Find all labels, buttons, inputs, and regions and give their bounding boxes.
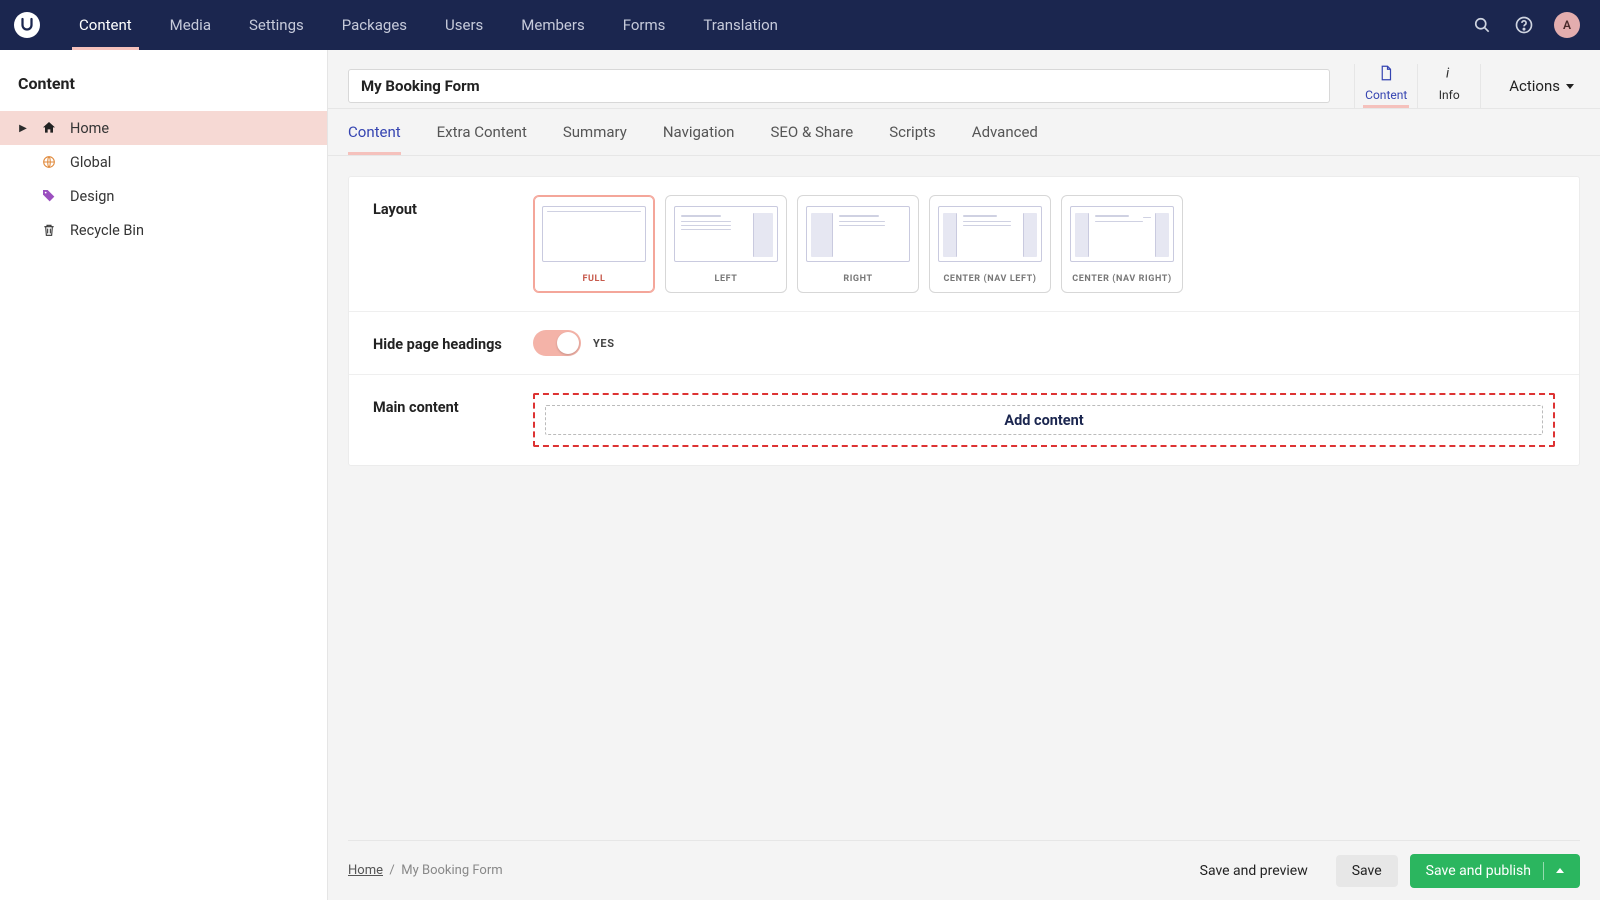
tree-node-label: Home	[70, 120, 109, 137]
sub-tab-extra-content[interactable]: Extra Content	[419, 109, 545, 155]
property-hide-headings: Hide page headings YES	[349, 312, 1579, 375]
property-main-content: Main content Add content	[349, 375, 1579, 465]
header-apps: Content i Info	[1354, 64, 1481, 108]
app-logo[interactable]	[14, 12, 40, 38]
editor-footer: Home / My Booking Form Save and preview …	[348, 840, 1580, 900]
app-tab-info[interactable]: i Info	[1418, 64, 1480, 108]
help-icon[interactable]	[1512, 13, 1536, 37]
topnav-forms[interactable]: Forms	[604, 0, 685, 50]
chevron-up-icon	[1556, 868, 1564, 873]
topnav-content[interactable]: Content	[60, 0, 151, 50]
topbar: ContentMediaSettingsPackagesUsersMembers…	[0, 0, 1600, 50]
tree-node-recycle-bin[interactable]: Recycle Bin	[0, 213, 327, 247]
trash-icon	[40, 221, 58, 239]
breadcrumb-current: My Booking Form	[401, 863, 502, 878]
property-label: Main content	[373, 393, 533, 447]
layout-options: FULL LEFT RIGHT CENTER (NAV LEFT) CENTER (NA…	[533, 195, 1555, 293]
search-icon[interactable]	[1470, 13, 1494, 37]
sidebar-title: Content	[0, 50, 327, 111]
actions-menu[interactable]: Actions	[1509, 77, 1574, 95]
breadcrumb: Home / My Booking Form	[348, 863, 503, 878]
sub-tab-content[interactable]: Content	[348, 109, 419, 155]
document-header: Content i Info Actions	[328, 50, 1600, 108]
sub-tab-navigation[interactable]: Navigation	[645, 109, 753, 155]
layout-option-label: CENTER (NAV RIGHT)	[1072, 274, 1172, 284]
tree-node-label: Global	[70, 154, 111, 171]
top-navigation: ContentMediaSettingsPackagesUsersMembers…	[60, 0, 797, 50]
breadcrumb-link[interactable]: Home	[348, 863, 383, 878]
layout-option-full[interactable]: FULL	[533, 195, 655, 293]
home-icon	[40, 119, 58, 137]
tree-node-label: Design	[70, 188, 114, 205]
svg-text:i: i	[1446, 66, 1450, 82]
topnav-translation[interactable]: Translation	[684, 0, 797, 50]
tree-node-label: Recycle Bin	[70, 222, 144, 239]
app-tab-label: Content	[1365, 88, 1407, 102]
topnav-settings[interactable]: Settings	[230, 0, 323, 50]
expand-icon[interactable]: ▶	[18, 123, 28, 134]
document-icon	[1377, 64, 1395, 85]
globe-icon	[40, 153, 58, 171]
sub-tabs: ContentExtra ContentSummaryNavigationSEO…	[328, 109, 1600, 155]
save-button[interactable]: Save	[1336, 855, 1398, 887]
tag-icon	[40, 187, 58, 205]
tree-node-design[interactable]: Design	[0, 179, 327, 213]
chevron-down-icon	[1566, 84, 1574, 89]
layout-option-left[interactable]: LEFT	[665, 195, 787, 293]
editor-main: Content i Info Actions ContentExtra Cont…	[328, 50, 1600, 900]
layout-thumbnail	[806, 206, 910, 262]
layout-thumbnail	[1070, 206, 1174, 262]
property-label: Layout	[373, 195, 533, 293]
sub-tab-seo-share[interactable]: SEO & Share	[752, 109, 871, 155]
info-icon: i	[1440, 64, 1458, 85]
topnav-media[interactable]: Media	[151, 0, 230, 50]
sub-tab-advanced[interactable]: Advanced	[954, 109, 1056, 155]
user-avatar[interactable]: A	[1554, 12, 1580, 38]
app-tab-label: Info	[1439, 88, 1460, 102]
layout-option-label: CENTER (NAV LEFT)	[943, 274, 1036, 284]
app-tab-content[interactable]: Content	[1355, 64, 1417, 108]
sub-tab-scripts[interactable]: Scripts	[871, 109, 954, 155]
actions-label: Actions	[1509, 77, 1560, 95]
layout-thumbnail	[938, 206, 1042, 262]
add-content-button[interactable]: Add content	[545, 405, 1543, 435]
property-layout: Layout FULL LEFT RIGHT CENTER (NAV LEFT) CEN…	[349, 177, 1579, 312]
content-tree: ▶ Home Global Design Recycle Bin	[0, 111, 327, 247]
toggle-value-label: YES	[593, 337, 615, 350]
sidebar: Content ▶ Home Global Design Recycle Bin	[0, 50, 328, 900]
save-publish-label: Save and publish	[1426, 863, 1531, 879]
hide-headings-toggle[interactable]	[533, 330, 581, 356]
add-content-dropzone[interactable]: Add content	[533, 393, 1555, 447]
layout-option-label: FULL	[582, 274, 605, 284]
topnav-members[interactable]: Members	[502, 0, 603, 50]
topnav-users[interactable]: Users	[426, 0, 502, 50]
layout-option-label: RIGHT	[843, 274, 872, 284]
save-publish-button[interactable]: Save and publish	[1410, 854, 1580, 888]
layout-option-label: LEFT	[715, 274, 738, 284]
properties-panel: Layout FULL LEFT RIGHT CENTER (NAV LEFT) CEN…	[348, 176, 1580, 466]
tree-node-home[interactable]: ▶ Home	[0, 111, 327, 145]
topnav-packages[interactable]: Packages	[323, 0, 426, 50]
layout-option-center-nav-right-[interactable]: CENTER (NAV RIGHT)	[1061, 195, 1183, 293]
layout-option-center-nav-left-[interactable]: CENTER (NAV LEFT)	[929, 195, 1051, 293]
property-label: Hide page headings	[373, 330, 533, 356]
layout-thumbnail	[542, 206, 646, 262]
tree-node-global[interactable]: Global	[0, 145, 327, 179]
layout-thumbnail	[674, 206, 778, 262]
layout-option-right[interactable]: RIGHT	[797, 195, 919, 293]
sub-tab-summary[interactable]: Summary	[545, 109, 645, 155]
document-name-input[interactable]	[348, 69, 1330, 103]
save-preview-button[interactable]: Save and preview	[1184, 855, 1324, 887]
